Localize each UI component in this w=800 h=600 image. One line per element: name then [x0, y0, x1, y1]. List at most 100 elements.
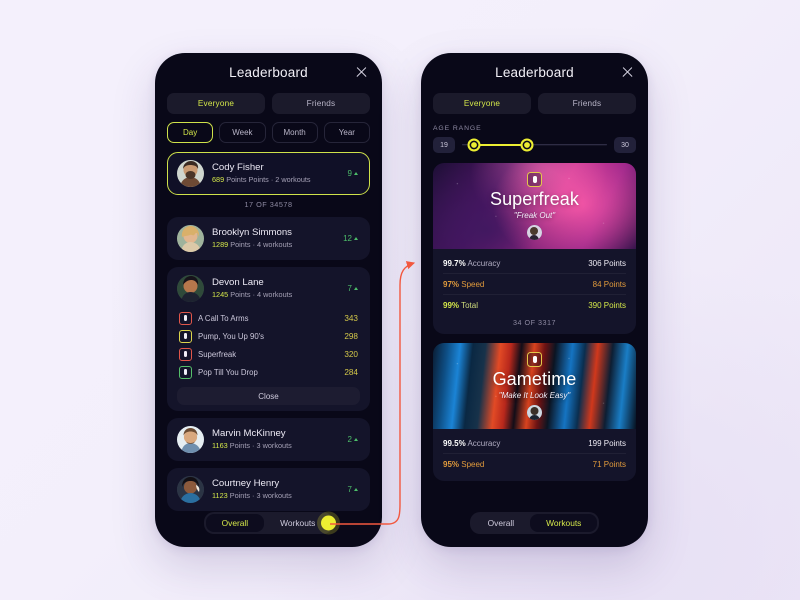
list-item[interactable]: Superfreak 320 — [177, 345, 360, 363]
workout-quote: "Freak Out" — [513, 211, 556, 220]
period-year[interactable]: Year — [323, 122, 370, 143]
close-icon[interactable] — [355, 66, 368, 79]
workout-stats-gametime: 99.5% Accuracy 199 Points 95% Speed 71 P… — [433, 429, 636, 481]
stat-value: 99.7% — [443, 258, 466, 268]
tab-friends[interactable]: Friends — [272, 93, 370, 114]
close-button[interactable]: Close — [177, 387, 360, 405]
age-range-slider[interactable] — [462, 138, 607, 152]
slider-handle-min[interactable] — [467, 138, 481, 152]
entry-sub: Points · 3 workouts — [227, 440, 292, 450]
entry-points: 1163 — [212, 440, 228, 450]
list-item[interactable]: A Call To Arms 343 — [177, 309, 360, 327]
stat-row: 97% Speed 84 Points — [443, 273, 626, 294]
slider-handle-max[interactable] — [520, 138, 534, 152]
rank-value: 7 — [347, 485, 352, 494]
stat-value: 99.5% — [443, 438, 466, 448]
period-day[interactable]: Day — [167, 122, 214, 143]
workout-name: Pump, You Up 90's — [198, 331, 265, 341]
rank-badge: 12 — [343, 234, 360, 243]
rank-badge: 7 — [348, 284, 360, 293]
age-range-control: 19 30 — [421, 137, 648, 153]
period-month[interactable]: Month — [271, 122, 318, 143]
entry-name: Cody Fisher — [212, 161, 264, 173]
entry-stats: 1245 Points · 4 workouts — [212, 290, 340, 300]
workout-score: 284 — [344, 367, 358, 377]
workout-icon — [179, 365, 192, 379]
list-item[interactable]: Pump, You Up 90's 298 — [177, 327, 360, 345]
workout-icon — [179, 347, 192, 361]
stat-row: 99.5% Accuracy 199 Points — [443, 433, 626, 453]
workout-score: 343 — [344, 313, 358, 323]
right-header: Leaderboard — [421, 53, 648, 91]
workout-title: Superfreak — [489, 189, 580, 209]
arrow-up-icon — [354, 488, 358, 491]
stat-points: 84 Points — [592, 279, 626, 289]
age-min-value: 19 — [433, 137, 455, 153]
workout-position: 34 OF 3317 — [513, 318, 556, 327]
workout-score: 298 — [344, 331, 358, 341]
stat-points: 390 Points — [588, 300, 626, 310]
avatar — [177, 160, 204, 187]
tab-everyone[interactable]: Everyone — [433, 93, 531, 114]
entry-points: 1289 — [212, 239, 229, 249]
avatar — [527, 225, 542, 240]
workout-quote: "Make It Look Easy" — [498, 391, 571, 400]
rank-badge: 2 — [348, 435, 360, 444]
table-row-expanded[interactable]: Devon Lane 1245 Points · 4 workouts 7 A … — [167, 267, 370, 411]
entry-points: 1245 — [212, 289, 229, 299]
list-item[interactable]: Pop Till You Drop 284 — [177, 363, 360, 381]
hero-image-superfreak: Superfreak "Freak Out" — [433, 163, 636, 249]
entry-stats: 1289 Points · 4 workouts — [212, 240, 335, 250]
workout-card-superfreak[interactable]: Superfreak "Freak Out" 99.7% Accuracy 30… — [421, 163, 648, 334]
audience-segmented-control: Everyone Friends — [155, 93, 382, 114]
stat-value: 99% — [443, 300, 460, 310]
workout-badge-icon — [527, 352, 542, 367]
avatar — [177, 225, 204, 252]
left-header: Leaderboard — [155, 53, 382, 91]
stat-row: 99% Total 390 Points — [443, 294, 626, 315]
right-tabbar: Overall Workouts — [421, 512, 648, 534]
stat-value: 97% — [443, 279, 460, 289]
entry-stats: 1163 Points · 3 workouts — [212, 441, 340, 451]
tab-overall[interactable]: Overall — [472, 514, 531, 532]
stat-points: 199 Points — [588, 438, 626, 448]
table-row[interactable]: Courtney Henry 1123 Points · 3 workouts … — [167, 468, 370, 511]
table-row[interactable]: Marvin McKinney 1163 Points · 3 workouts… — [167, 418, 370, 461]
phone-left: Leaderboard Everyone Friends Day Week Mo… — [155, 53, 382, 547]
tab-everyone[interactable]: Everyone — [167, 93, 265, 114]
arrow-up-icon — [354, 237, 358, 240]
entry-name: Courtney Henry — [212, 477, 280, 489]
arrow-up-icon — [354, 287, 358, 290]
arrow-up-icon — [354, 438, 358, 441]
entry-stats: 1123 Points · 3 workouts — [212, 491, 340, 501]
entry-sub: Points · 4 workouts — [228, 239, 293, 249]
stat-value: 95% — [443, 459, 460, 469]
tab-friends[interactable]: Friends — [538, 93, 636, 114]
workout-card-gametime[interactable]: Gametime "Make It Look Easy" 99.5% Accur… — [421, 343, 648, 481]
workout-name: Pop Till You Drop — [198, 367, 258, 377]
entry-name: Devon Lane — [212, 276, 264, 288]
rank-value: 12 — [343, 234, 352, 243]
table-row[interactable]: Cody Fisher 689 Points Points · 2 workou… — [167, 152, 370, 195]
rank-badge: 9 — [348, 169, 360, 178]
workout-title: Gametime — [492, 369, 577, 389]
close-icon[interactable] — [621, 66, 634, 79]
stat-label: Speed — [459, 459, 485, 469]
workout-score: 320 — [344, 349, 358, 359]
rank-value: 7 — [347, 284, 352, 293]
entry-sub: Points Points · 2 workouts — [224, 174, 311, 184]
entry-name: Brooklyn Simmons — [212, 226, 292, 238]
tab-overall[interactable]: Overall — [205, 514, 265, 532]
tab-workouts[interactable]: Workouts — [530, 514, 598, 532]
entry-name: Marvin McKinney — [212, 427, 286, 439]
rank-badge: 7 — [348, 485, 360, 494]
entry-points: 1123 — [212, 490, 228, 500]
page-title: Leaderboard — [495, 64, 574, 80]
workout-icon — [179, 329, 192, 343]
stat-label: Accuracy — [465, 438, 501, 448]
connector-arrow — [330, 261, 416, 525]
period-week[interactable]: Week — [219, 122, 266, 143]
stat-row: 99.7% Accuracy 306 Points — [443, 253, 626, 273]
table-row[interactable]: Brooklyn Simmons 1289 Points · 4 workout… — [167, 217, 370, 260]
hotspot-indicator[interactable] — [321, 515, 337, 531]
